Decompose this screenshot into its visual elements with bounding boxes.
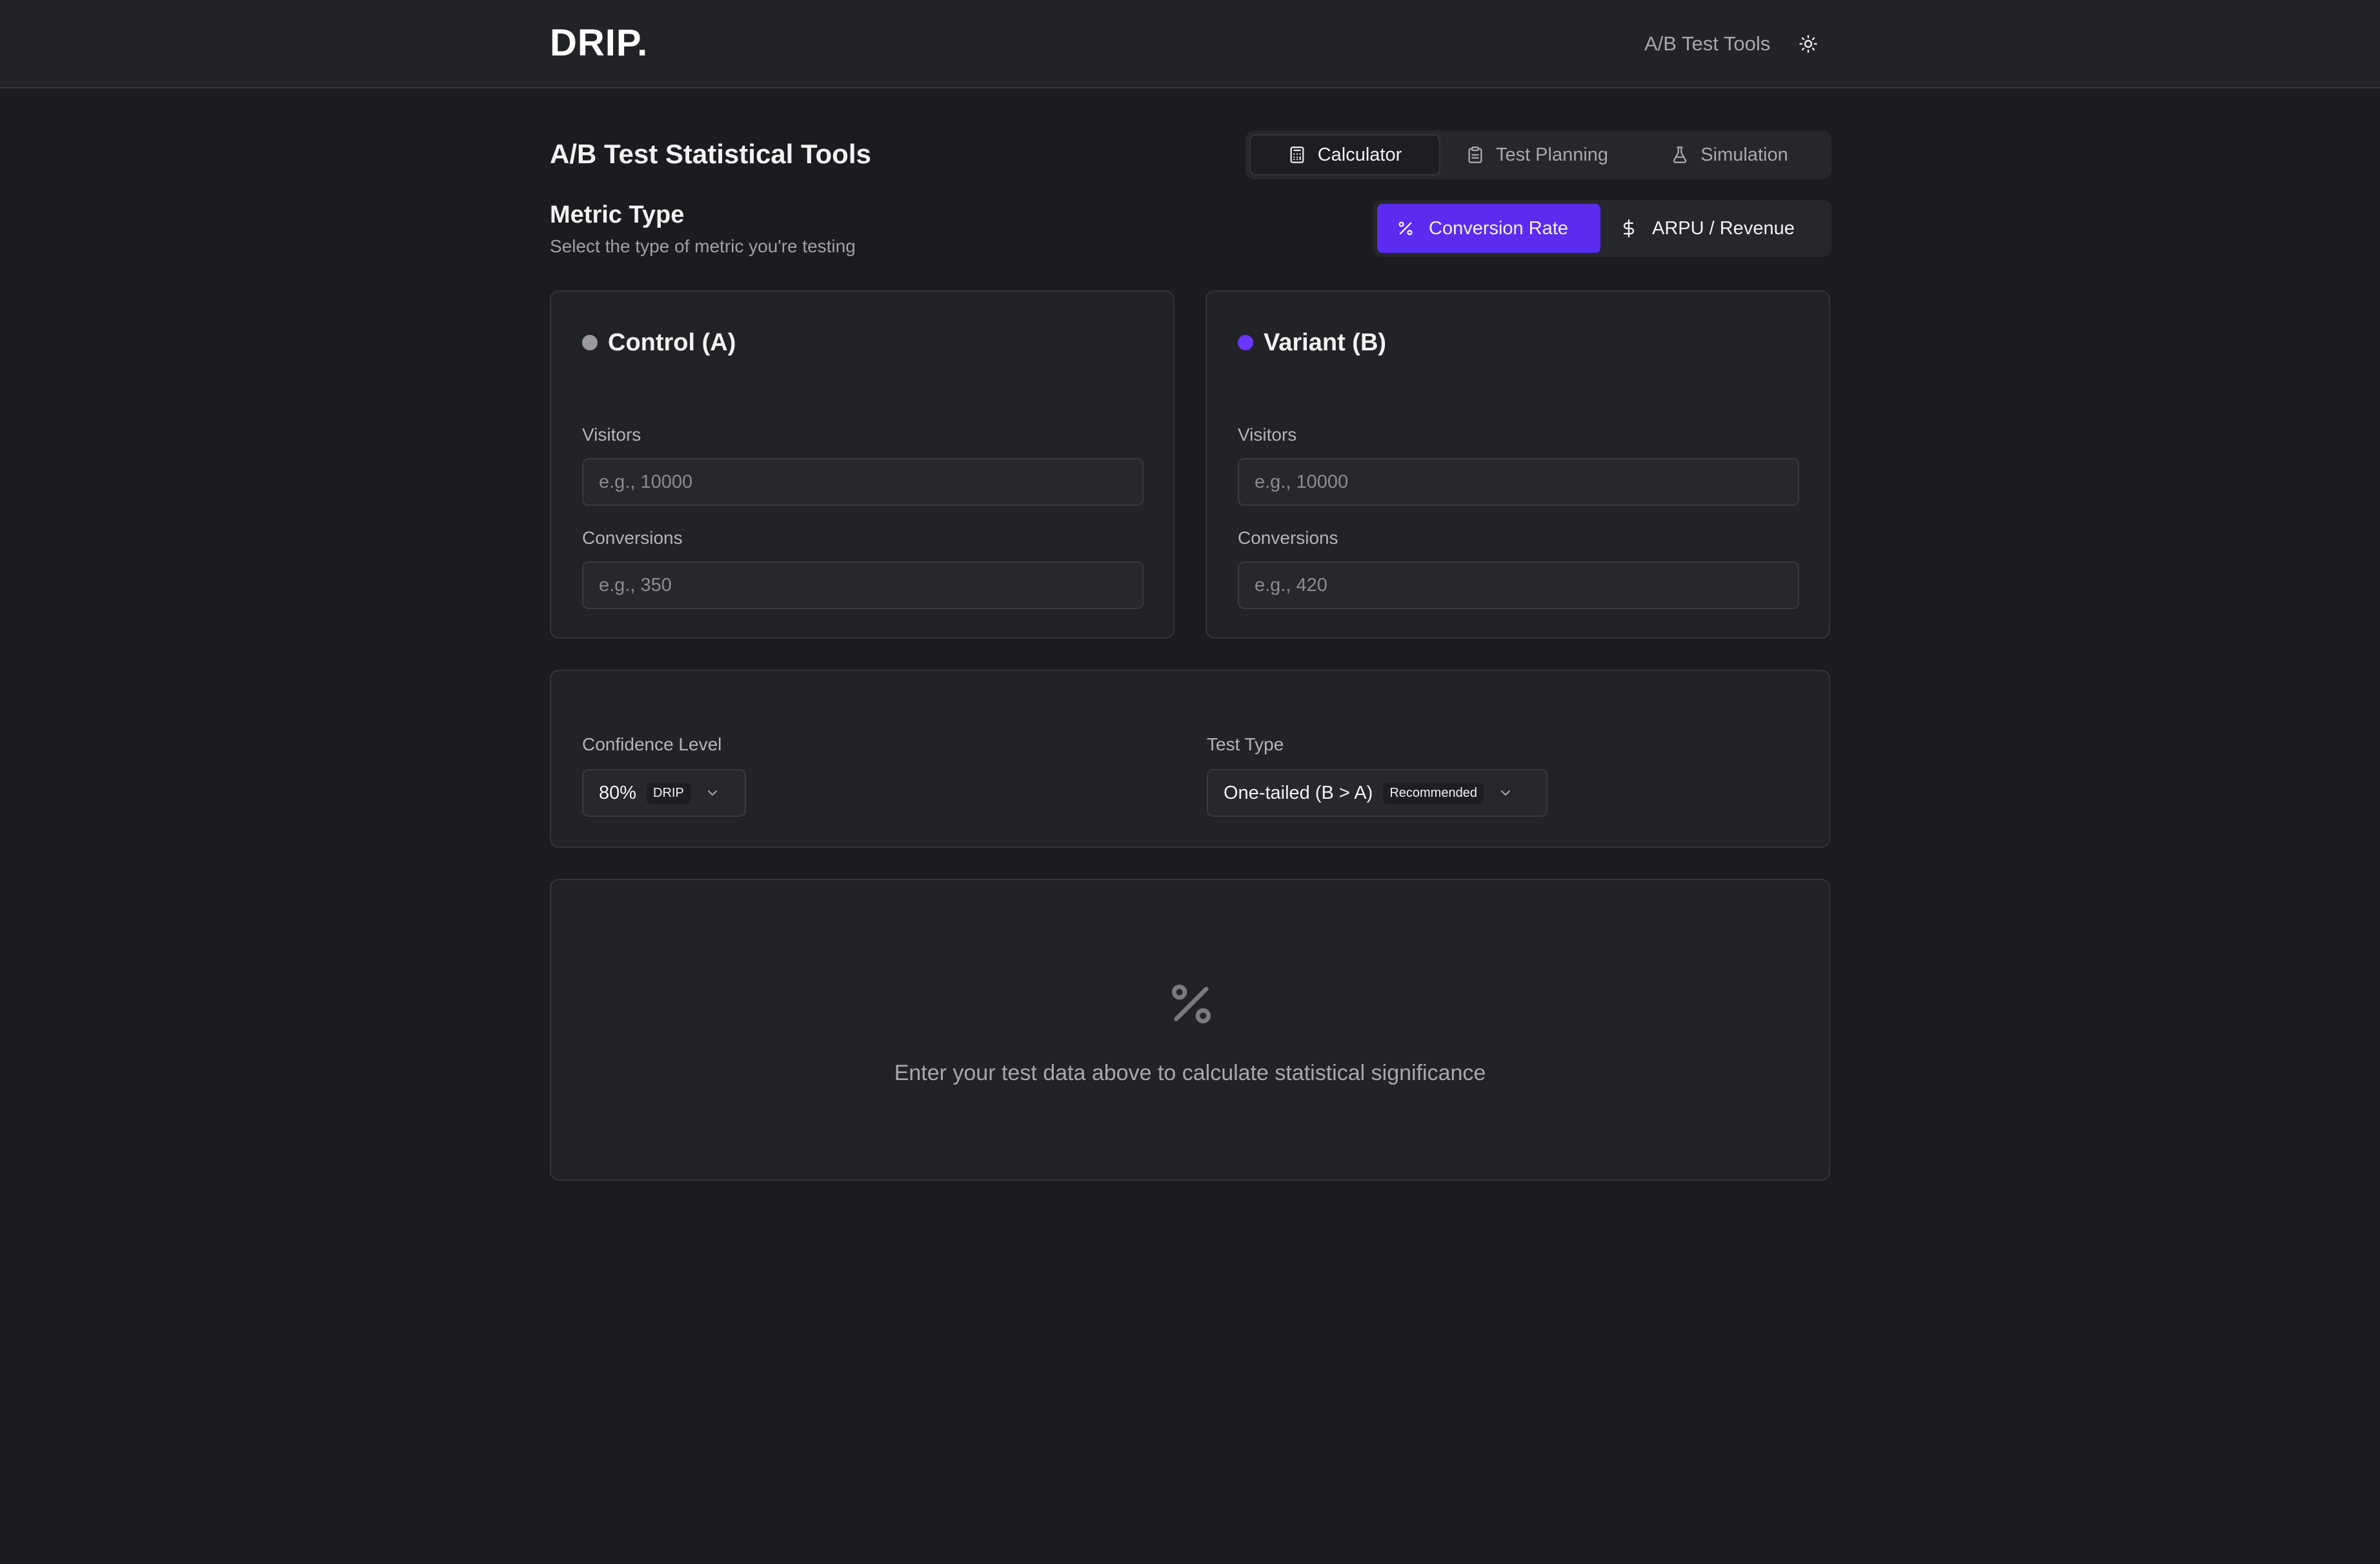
tab-test-planning-label: Test Planning (1495, 144, 1609, 165)
control-conversions-input[interactable] (582, 561, 1144, 609)
control-color-dot (582, 335, 598, 350)
nav-link-ab-test-tools[interactable]: A/B Test Tools (1644, 31, 1770, 57)
control-card: Control (A) Visitors Conversions (550, 290, 1175, 639)
control-conversions-label: Conversions (582, 528, 683, 548)
svg-text:DRIP.: DRIP. (550, 25, 647, 61)
conversion-rate-label: Conversion Rate (1429, 217, 1568, 239)
top-bar: DRIP. A/B Test Tools (0, 0, 2380, 88)
control-title: Control (A) (608, 329, 736, 356)
control-header: Control (A) (582, 326, 736, 359)
percent-icon (1398, 221, 1413, 236)
sun-icon (1799, 35, 1817, 53)
control-visitors-label: Visitors (582, 425, 641, 445)
test-type-select[interactable]: One-tailed (B > A) Recommended (1207, 769, 1548, 817)
metric-type-description: Select the type of metric you're testing (550, 236, 856, 256)
calculator-icon (1290, 146, 1304, 163)
metric-type-toggle: Conversion Rate ARPU / Revenue (1373, 200, 1831, 257)
confidence-level-select[interactable]: 80% DRIP (582, 769, 746, 817)
tool-tabs: Calculator Test Planning Simulation (1245, 130, 1831, 179)
drip-badge: DRIP (647, 782, 691, 804)
chevron-down-icon (1500, 790, 1510, 796)
metric-type-heading: Metric Type (550, 201, 685, 228)
test-settings-card: Confidence Level 80% DRIP Test Type One-… (550, 670, 1830, 848)
results-card: Enter your test data above to calculate … (550, 879, 1830, 1181)
tab-simulation[interactable]: Simulation (1634, 134, 1825, 175)
flask-icon (1673, 146, 1687, 163)
test-type-value: One-tailed (B > A) (1224, 782, 1373, 803)
variant-visitors-input[interactable] (1238, 458, 1799, 506)
results-empty-message: Enter your test data above to calculate … (894, 1061, 1486, 1085)
variant-title: Variant (B) (1264, 329, 1387, 356)
confidence-level-label: Confidence Level (582, 734, 722, 754)
variant-conversions-input[interactable] (1238, 561, 1799, 609)
tab-calculator-label: Calculator (1317, 144, 1402, 165)
variant-color-dot (1238, 335, 1253, 350)
control-visitors-input[interactable] (582, 458, 1144, 506)
tab-simulation-label: Simulation (1700, 144, 1788, 165)
dollar-icon (1623, 219, 1635, 237)
test-type-label: Test Type (1207, 734, 1284, 754)
page-title: A/B Test Statistical Tools (550, 139, 871, 169)
tab-calculator[interactable]: Calculator (1249, 134, 1440, 175)
confidence-level-value: 80% (599, 782, 637, 803)
variant-header: Variant (B) (1238, 326, 1386, 359)
theme-toggle-button[interactable] (1793, 28, 1824, 59)
variant-card: Variant (B) Visitors Conversions (1205, 290, 1830, 639)
chevron-down-icon (707, 790, 717, 796)
variant-visitors-label: Visitors (1238, 425, 1297, 445)
recommended-badge: Recommended (1383, 782, 1484, 804)
arpu-revenue-label: ARPU / Revenue (1652, 217, 1795, 239)
arpu-revenue-button[interactable]: ARPU / Revenue (1600, 204, 1828, 253)
clipboard-icon (1468, 146, 1482, 163)
percent-icon (1172, 985, 1211, 1023)
drip-logo[interactable]: DRIP. (550, 25, 647, 61)
tab-test-planning[interactable]: Test Planning (1440, 134, 1634, 175)
variant-conversions-label: Conversions (1238, 528, 1338, 548)
conversion-rate-button[interactable]: Conversion Rate (1377, 204, 1600, 253)
